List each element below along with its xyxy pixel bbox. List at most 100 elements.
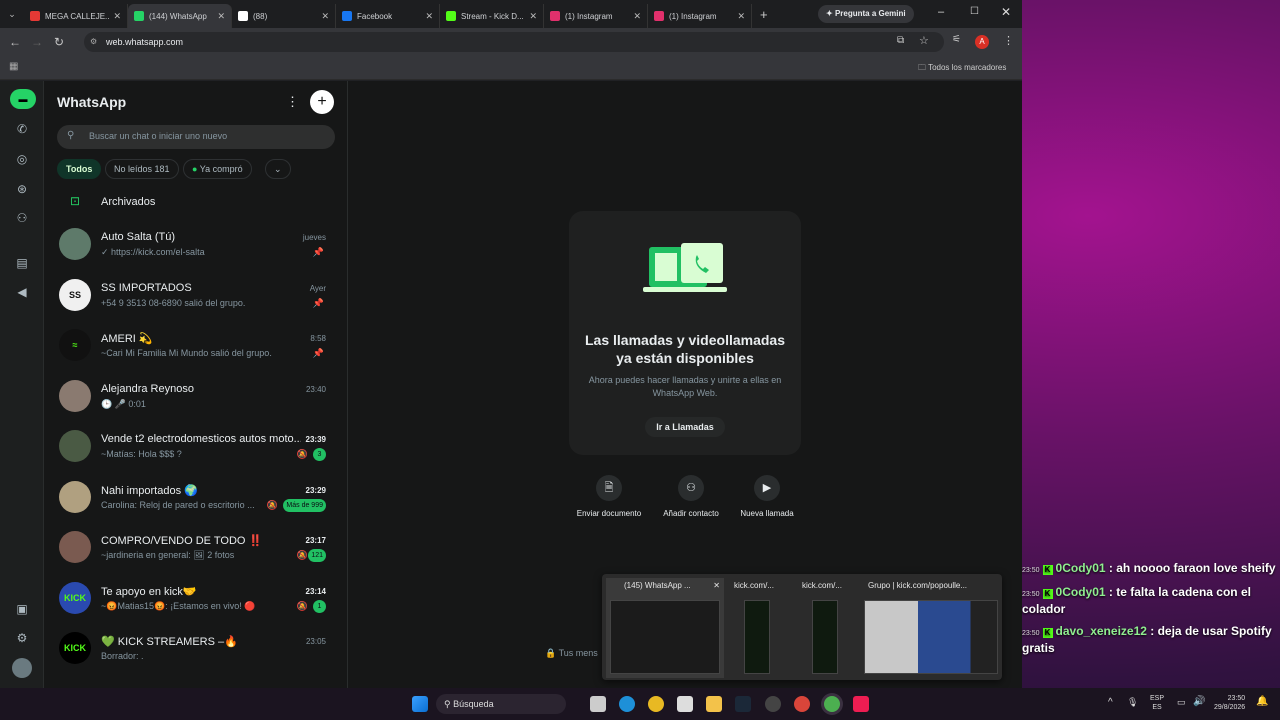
menu-kebab-icon[interactable]: ⋮	[1003, 34, 1014, 47]
ads-icon[interactable]: ◀	[12, 282, 32, 302]
tab-close-icon[interactable]: ✕	[633, 11, 641, 22]
chat-row[interactable]: COMPRO/VENDO DE TODO ‼️ ~jardineria en g…	[44, 524, 348, 574]
close-window-button[interactable]: ✕	[1001, 5, 1011, 19]
filter-more-dropdown[interactable]: ⌄	[265, 159, 291, 179]
new-call-button[interactable]: ▶ Nueva llamada	[727, 475, 807, 518]
tab-search-icon[interactable]: ⌄	[0, 9, 24, 20]
chats-icon[interactable]: ▬	[10, 89, 36, 109]
tab-favicon-icon	[550, 11, 560, 21]
calls-icon[interactable]: ✆	[12, 119, 32, 139]
tab-close-icon[interactable]: ✕	[113, 11, 121, 22]
filter-todos[interactable]: Todos	[57, 159, 102, 179]
apps-grid-icon[interactable]: ▦	[9, 61, 18, 72]
clock[interactable]: 23:50 29/8/2026	[1214, 694, 1245, 712]
preview-window-whatsapp[interactable]: (145) WhatsApp ... ✕	[606, 578, 724, 678]
tab-close-icon[interactable]: ✕	[217, 11, 225, 22]
tab-close-icon[interactable]: ✕	[425, 11, 433, 22]
chat-row[interactable]: SS SS IMPORTADOS +54 9 3513 08-6890 sali…	[44, 272, 348, 322]
chat-preview: ✓ https://kick.com/el-salta	[101, 247, 205, 257]
reload-icon[interactable]: ↻	[48, 35, 70, 49]
preview-title: (145) WhatsApp ...	[624, 581, 691, 590]
media-icon[interactable]: ▣	[12, 599, 32, 619]
tiktok-icon[interactable]	[853, 696, 869, 712]
maximize-button[interactable]: ☐	[970, 6, 979, 17]
filter-ya-compro[interactable]: ● Ya compró	[183, 159, 252, 179]
forward-icon[interactable]: →	[26, 35, 48, 49]
message-user: 0Cody01	[1055, 561, 1106, 575]
filter-no-leidos[interactable]: No leídos 181	[105, 159, 179, 179]
preview-window-kick-group[interactable]: Grupo | kick.com/popoulle...	[864, 578, 1000, 678]
preview-window-kick-2[interactable]: kick.com/...	[798, 578, 860, 678]
network-icon[interactable]: ▭	[1177, 697, 1186, 708]
tab-2[interactable]: (88) ✕	[232, 4, 336, 28]
tray-chevron-icon[interactable]: ^	[1108, 697, 1113, 708]
bookmark-star-icon[interactable]: ☆	[919, 34, 929, 47]
language-indicator[interactable]: ESP ES	[1150, 694, 1164, 712]
chat-row[interactable]: Alejandra Reynoso 🕒 🎤 0:01 23:40	[44, 373, 348, 423]
url-field[interactable]: ⚙ web.whatsapp.com	[84, 32, 944, 52]
install-app-icon[interactable]: ⧉	[897, 35, 904, 46]
add-contact-button[interactable]: ⚇ Añadir contacto	[651, 475, 731, 518]
notifications-icon[interactable]: 🔔	[1256, 696, 1268, 707]
new-chat-button[interactable]: +	[310, 90, 334, 114]
chat-time: 23:40	[305, 384, 326, 394]
steam-icon[interactable]	[735, 696, 751, 712]
obs-icon[interactable]	[765, 696, 781, 712]
chat-row[interactable]: KICK Te apoyo en kick🤝 ~😡Matias15😡: ¡Est…	[44, 575, 348, 625]
tab-0[interactable]: MEGA CALLEJE... ✕	[24, 4, 128, 28]
chrome-icon-2[interactable]	[794, 696, 810, 712]
settings-gear-icon[interactable]: ⚙	[12, 628, 32, 648]
back-icon[interactable]: ←	[4, 35, 26, 49]
preview-close-icon[interactable]: ✕	[713, 578, 720, 594]
chat-name: COMPRO/VENDO DE TODO ‼️	[101, 535, 263, 547]
channels-icon[interactable]: ⊛	[12, 179, 32, 199]
chat-row[interactable]: KICK 💚 KICK STREAMERS –🔥 Borrador: . 23:…	[44, 625, 348, 675]
status-icon[interactable]: ◎	[12, 149, 32, 169]
profile-avatar[interactable]: A	[975, 35, 989, 49]
tab-close-icon[interactable]: ✕	[737, 11, 745, 22]
volume-icon[interactable]: 🔊	[1193, 696, 1205, 707]
app-title: WhatsApp	[57, 94, 127, 110]
taskbar-search[interactable]: ⚲ Búsqueda	[436, 694, 566, 714]
tab-3[interactable]: Facebook ✕	[336, 4, 440, 28]
stream-chat-message: 23:50 K 0Cody01 : ah noooo faraon love she…	[1022, 561, 1280, 578]
chat-time: 23:05	[305, 637, 326, 646]
preview-title: Grupo | kick.com/popoulle...	[868, 581, 968, 590]
edge-icon[interactable]	[619, 696, 635, 712]
tab-1[interactable]: (144) WhatsApp ✕	[128, 4, 232, 28]
chat-row[interactable]: Auto Salta (Tú) ✓ https://kick.com/el-sa…	[44, 221, 348, 271]
menu-kebab-icon[interactable]: ⋮	[286, 94, 299, 110]
chat-row[interactable]: Vende t2 electrodomesticos autos moto...…	[44, 423, 348, 473]
chrome-icon[interactable]	[648, 696, 664, 712]
communities-icon[interactable]: ⚇	[12, 208, 32, 228]
search-input[interactable]: ⚲ Buscar un chat o iniciar uno nuevo	[57, 125, 335, 149]
file-explorer-icon[interactable]	[706, 696, 722, 712]
store-icon[interactable]	[677, 696, 693, 712]
tab-close-icon[interactable]: ✕	[529, 11, 537, 22]
site-info-icon[interactable]: ⚙	[90, 32, 97, 52]
send-document-button[interactable]: 🗎 Enviar documento	[569, 475, 649, 518]
new-tab-button[interactable]: +	[760, 7, 768, 22]
preview-window-kick-1[interactable]: kick.com/...	[730, 578, 792, 678]
tab-5[interactable]: (1) Instagram ✕	[544, 4, 648, 28]
gemini-button[interactable]: ✦ Pregunta a Gemini	[818, 5, 914, 23]
tools-icon[interactable]: ▤	[12, 253, 32, 273]
tab-6[interactable]: (1) Instagram ✕	[648, 4, 752, 28]
kick-badge-icon: K	[1042, 628, 1053, 638]
taskbar-search-label: Búsqueda	[453, 699, 494, 709]
bookmarks-folder[interactable]: 🗀 Todos los marcadores	[918, 62, 1006, 76]
message-time: 23:50	[1022, 630, 1040, 637]
go-to-calls-button[interactable]: Ir a Llamadas	[645, 417, 725, 437]
microphone-icon[interactable]: 🎙	[1127, 697, 1138, 708]
task-view-icon[interactable]	[590, 696, 606, 712]
extensions-icon[interactable]: ⚟	[952, 34, 961, 45]
chrome-icon-3[interactable]	[824, 696, 840, 712]
chat-row[interactable]: Nahi importados 🌍 Carolina: Reloj de par…	[44, 474, 348, 524]
archived-row[interactable]: ⊡ Archivados	[44, 189, 348, 217]
tab-4[interactable]: Stream - Kick D... ✕	[440, 4, 544, 28]
tab-close-icon[interactable]: ✕	[321, 11, 329, 22]
user-avatar[interactable]	[12, 658, 32, 678]
start-windows-icon[interactable]	[412, 696, 428, 712]
minimize-button[interactable]: –	[938, 6, 944, 18]
chat-row[interactable]: ≈ AMERI 💫 ~Cari Mi Familia Mi Mundo sali…	[44, 322, 348, 372]
